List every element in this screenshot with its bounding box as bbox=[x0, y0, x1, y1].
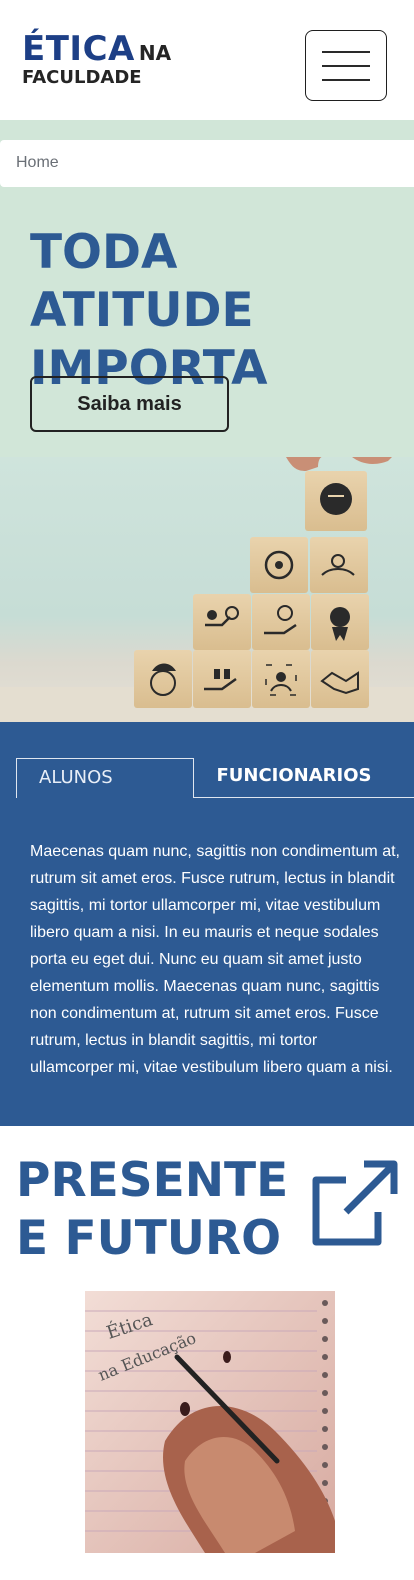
tab-divider bbox=[194, 797, 414, 798]
hero-title: TODA ATITUDE IMPORTA bbox=[30, 225, 268, 396]
wooden-blocks-illustration bbox=[0, 457, 414, 722]
logo-main-text: ÉTICA bbox=[22, 29, 135, 69]
etica-na-educacao-image: Ética na Educação bbox=[85, 1291, 335, 1553]
tab-funcionarios[interactable]: FUNCIONARIOS bbox=[194, 758, 394, 797]
tab-content-text: Maecenas quam nunc, sagittis non condime… bbox=[30, 843, 400, 1076]
hamburger-menu-button[interactable] bbox=[305, 30, 387, 101]
site-header: ÉTICA NA FACULDADE bbox=[0, 0, 414, 120]
hamburger-menu-icon bbox=[322, 51, 370, 53]
tabs-section: ALUNOS FUNCIONARIOS Maecenas quam nunc, … bbox=[0, 722, 414, 1126]
logo-suffix-text: NA bbox=[138, 41, 172, 65]
notebook-hands-illustration: Ética na Educação bbox=[85, 1291, 335, 1553]
external-link-icon[interactable] bbox=[308, 1156, 402, 1250]
breadcrumb-home-link[interactable]: Home bbox=[16, 154, 59, 172]
tab-alunos[interactable]: ALUNOS bbox=[16, 758, 194, 798]
site-logo[interactable]: ÉTICA NA FACULDADE bbox=[22, 30, 171, 88]
presente-futuro-section: PRESENTE E FUTURO Ética na Educação bbox=[0, 1126, 414, 1580]
hero-section: Home TODA ATITUDE IMPORTA Saiba mais bbox=[0, 120, 414, 722]
learn-more-button[interactable]: Saiba mais bbox=[30, 376, 229, 432]
breadcrumb: Home bbox=[0, 140, 414, 187]
hero-image-wooden-blocks bbox=[0, 457, 414, 722]
logo-sub-text: FACULDADE bbox=[22, 67, 142, 88]
presente-futuro-title: PRESENTE E FUTURO bbox=[16, 1153, 289, 1266]
